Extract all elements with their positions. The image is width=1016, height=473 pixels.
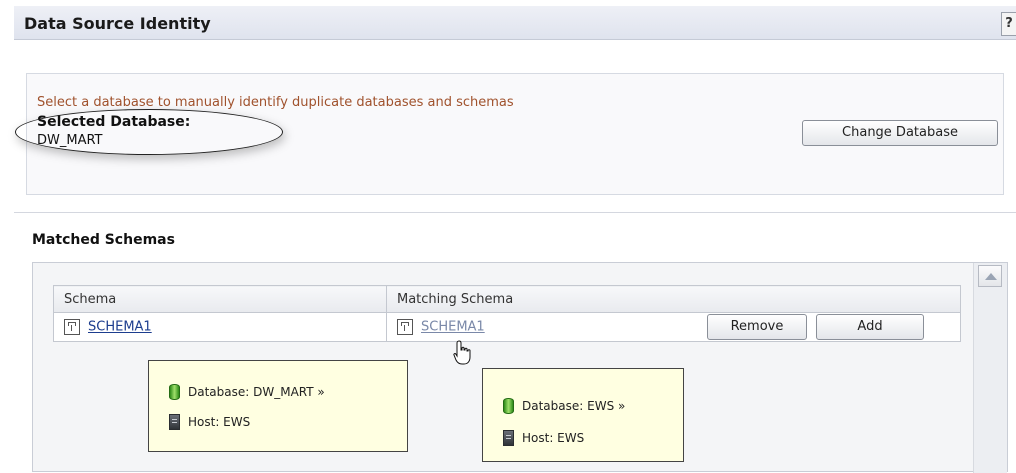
tooltip-database-link[interactable]: Database: DW_MART » xyxy=(188,385,325,399)
tooltip-host: Host: EWS xyxy=(188,415,251,429)
tooltip-database-row: Database: EWS » xyxy=(503,397,625,415)
schema-cell: SCHEMA1 xyxy=(53,312,387,342)
table-header-row: Schema Matching Schema xyxy=(53,285,961,313)
matching-schema-cell: SCHEMA1 Remove Add xyxy=(386,312,961,342)
matched-schemas-table: Schema Matching Schema SCHEMA1 SCHEMA1 R… xyxy=(53,285,961,342)
matching-schema-link[interactable]: SCHEMA1 xyxy=(421,320,485,335)
tooltip-host-row: Host: EWS xyxy=(169,413,250,431)
tooltip-host: Host: EWS xyxy=(522,431,585,445)
change-database-button[interactable]: Change Database xyxy=(802,120,998,146)
schema-icon xyxy=(64,319,80,335)
database-icon xyxy=(169,384,180,400)
server-icon xyxy=(169,414,180,430)
schema-icon xyxy=(397,319,413,335)
tooltip-database-row: Database: DW_MART » xyxy=(169,383,325,401)
server-icon xyxy=(503,430,514,446)
column-header-schema[interactable]: Schema xyxy=(53,285,387,313)
database-instruction: Select a database to manually identify d… xyxy=(37,95,514,110)
database-tooltip-schema: Database: DW_MART » Host: EWS xyxy=(148,360,408,452)
page-title: Data Source Identity xyxy=(24,14,211,33)
selected-database-value: DW_MART xyxy=(37,133,103,148)
title-bar: Data Source Identity ? xyxy=(14,6,1016,40)
column-header-matching-schema[interactable]: Matching Schema xyxy=(386,285,961,313)
database-panel: Select a database to manually identify d… xyxy=(15,73,1004,195)
selected-database-label: Selected Database: xyxy=(37,114,191,130)
database-icon xyxy=(503,398,514,414)
help-button[interactable]: ? xyxy=(1001,12,1016,36)
database-tooltip-matching: Database: EWS » Host: EWS xyxy=(482,368,684,462)
remove-button[interactable]: Remove xyxy=(707,314,807,340)
table-row: SCHEMA1 SCHEMA1 Remove Add xyxy=(53,312,961,342)
add-button[interactable]: Add xyxy=(816,314,924,340)
scroll-up-arrow-icon[interactable] xyxy=(978,265,1002,287)
section-divider xyxy=(14,212,1016,213)
schema-link[interactable]: SCHEMA1 xyxy=(88,320,152,335)
vertical-scrollbar[interactable] xyxy=(973,263,1007,473)
hand-cursor-icon xyxy=(453,340,471,365)
tooltip-database-link[interactable]: Database: EWS » xyxy=(522,399,625,413)
tooltip-host-row: Host: EWS xyxy=(503,429,584,447)
matched-schemas-title: Matched Schemas xyxy=(32,232,175,248)
